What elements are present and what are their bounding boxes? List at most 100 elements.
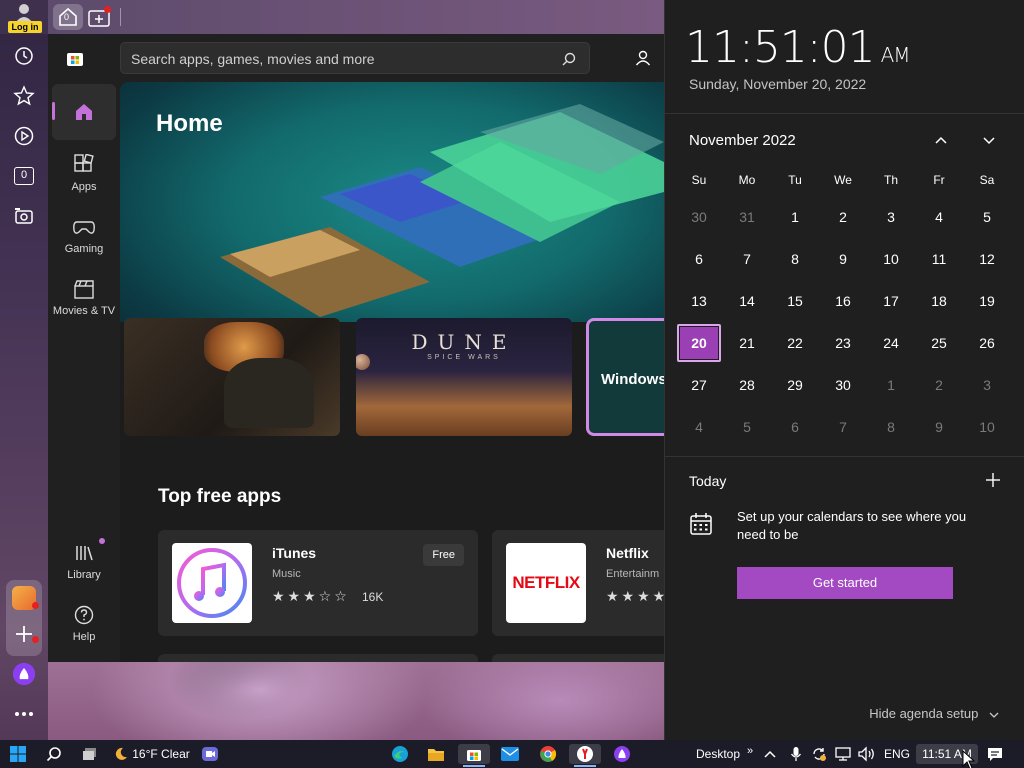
- new-tab-button[interactable]: [88, 6, 112, 28]
- search-input[interactable]: Search apps, games, movies and more: [120, 42, 590, 74]
- calendar-day[interactable]: 12: [965, 240, 1009, 278]
- star-icon: [13, 85, 35, 106]
- calendar-day[interactable]: 3: [965, 366, 1009, 404]
- calendar-day[interactable]: 2: [917, 366, 961, 404]
- get-started-button[interactable]: Get started: [737, 567, 953, 599]
- meet-now-button[interactable]: [200, 744, 220, 764]
- month-label[interactable]: November 2022: [689, 132, 796, 149]
- weather-widget[interactable]: 16°F Clear: [114, 744, 190, 764]
- calendar-day[interactable]: 5: [725, 408, 769, 446]
- hero-banner[interactable]: Home: [120, 82, 664, 322]
- calendar-day[interactable]: 22: [773, 324, 817, 362]
- calendar-day-today[interactable]: 20: [677, 324, 721, 362]
- calendar-day[interactable]: 4: [917, 198, 961, 236]
- calendar-day[interactable]: 29: [773, 366, 817, 404]
- calendar-day[interactable]: 15: [773, 282, 817, 320]
- login-button[interactable]: Log in: [5, 2, 43, 33]
- calendar-day[interactable]: 25: [917, 324, 961, 362]
- search-icon[interactable]: [561, 51, 577, 67]
- calendar-day[interactable]: 1: [869, 366, 913, 404]
- calendar-day[interactable]: 9: [917, 408, 961, 446]
- bookmarks-button[interactable]: [12, 84, 36, 108]
- add-widget-icon[interactable]: [12, 622, 36, 646]
- yandex-browser-app[interactable]: [569, 744, 601, 767]
- calendar-day[interactable]: 14: [725, 282, 769, 320]
- chevron-down-icon: [989, 712, 999, 718]
- nav-home[interactable]: [52, 84, 116, 140]
- nav-apps[interactable]: Apps: [52, 153, 116, 193]
- volume-button[interactable]: [858, 744, 876, 764]
- hide-agenda-button[interactable]: Hide agenda setup: [869, 706, 1000, 721]
- calendar-day[interactable]: 17: [869, 282, 913, 320]
- app-card-itunes[interactable]: iTunes Music ★★★☆☆ 16K Free: [158, 530, 478, 636]
- promo-card-dune[interactable]: DUNE SPICE WARS: [356, 318, 572, 436]
- calendar-day[interactable]: 26: [965, 324, 1009, 362]
- edge-app[interactable]: [390, 744, 410, 764]
- calendar-day[interactable]: 7: [725, 240, 769, 278]
- chevron-down-icon[interactable]: [981, 132, 997, 148]
- calendar-day[interactable]: 6: [677, 240, 721, 278]
- calendar-day[interactable]: 31: [725, 198, 769, 236]
- calendar-day[interactable]: 6: [773, 408, 817, 446]
- calendar-day[interactable]: 7: [821, 408, 865, 446]
- calendar-day[interactable]: 5: [965, 198, 1009, 236]
- account-icon[interactable]: [633, 48, 653, 68]
- counter-button[interactable]: 0: [12, 164, 36, 188]
- language-indicator[interactable]: ENG: [882, 744, 912, 764]
- calendar-day[interactable]: 10: [965, 408, 1009, 446]
- microphone-icon: [790, 747, 802, 761]
- nav-movies-tv[interactable]: Movies & TV: [52, 278, 116, 317]
- promo-card-1[interactable]: [124, 318, 340, 436]
- desktop-toolbar[interactable]: Desktop: [694, 744, 742, 764]
- search-button[interactable]: [44, 744, 64, 764]
- calendar-day[interactable]: 23: [821, 324, 865, 362]
- store-app[interactable]: [458, 744, 490, 767]
- file-explorer-app[interactable]: [426, 744, 446, 764]
- microphone-button[interactable]: [788, 744, 804, 764]
- calendar-day[interactable]: 28: [725, 366, 769, 404]
- action-center-button[interactable]: [984, 744, 1006, 764]
- chrome-app[interactable]: [538, 744, 558, 764]
- calendar-day[interactable]: 1: [773, 198, 817, 236]
- nav-library[interactable]: Library: [52, 538, 116, 581]
- nav-help[interactable]: Help: [52, 604, 116, 643]
- calendar-day[interactable]: 18: [917, 282, 961, 320]
- calendar-day[interactable]: 10: [869, 240, 913, 278]
- calendar-day[interactable]: 4: [677, 408, 721, 446]
- calendar-day[interactable]: 30: [821, 366, 865, 404]
- promo-card-windows[interactable]: Windows: [586, 318, 664, 436]
- calendar-day[interactable]: 3: [869, 198, 913, 236]
- home-tab[interactable]: 0: [53, 4, 83, 30]
- toolbar-overflow[interactable]: »: [744, 741, 756, 761]
- calendar-day[interactable]: 13: [677, 282, 721, 320]
- alice-app[interactable]: [612, 744, 632, 764]
- calendar-day[interactable]: 24: [869, 324, 913, 362]
- tray-overflow-button[interactable]: [762, 744, 778, 764]
- calendar-day[interactable]: 27: [677, 366, 721, 404]
- network-button[interactable]: [834, 744, 852, 764]
- calendar-day[interactable]: 16: [821, 282, 865, 320]
- full-date[interactable]: Sunday, November 20, 2022: [689, 76, 866, 92]
- calendar-day[interactable]: 9: [821, 240, 865, 278]
- calendar-day[interactable]: 21: [725, 324, 769, 362]
- media-button[interactable]: [12, 124, 36, 148]
- price-badge[interactable]: Free: [423, 544, 464, 566]
- more-button[interactable]: [12, 702, 36, 726]
- calendar-day[interactable]: 11: [917, 240, 961, 278]
- mail-app[interactable]: [500, 744, 520, 764]
- calendar-day[interactable]: 30: [677, 198, 721, 236]
- calendar-day[interactable]: 19: [965, 282, 1009, 320]
- start-button[interactable]: [8, 744, 28, 764]
- calendar-day[interactable]: 2: [821, 198, 865, 236]
- alice-button[interactable]: [12, 662, 36, 686]
- calendar-day[interactable]: 8: [773, 240, 817, 278]
- chevron-up-icon[interactable]: [933, 132, 949, 148]
- sync-button[interactable]: [810, 744, 828, 764]
- screenshot-button[interactable]: [12, 204, 36, 228]
- add-event-icon[interactable]: [985, 472, 1001, 488]
- history-button[interactable]: [12, 44, 36, 68]
- calendar-day[interactable]: 8: [869, 408, 913, 446]
- task-view-button[interactable]: [80, 744, 100, 764]
- nav-gaming[interactable]: Gaming: [52, 218, 116, 255]
- app-card-netflix[interactable]: NETFLIX Netflix Entertainm ★★★★: [492, 530, 664, 636]
